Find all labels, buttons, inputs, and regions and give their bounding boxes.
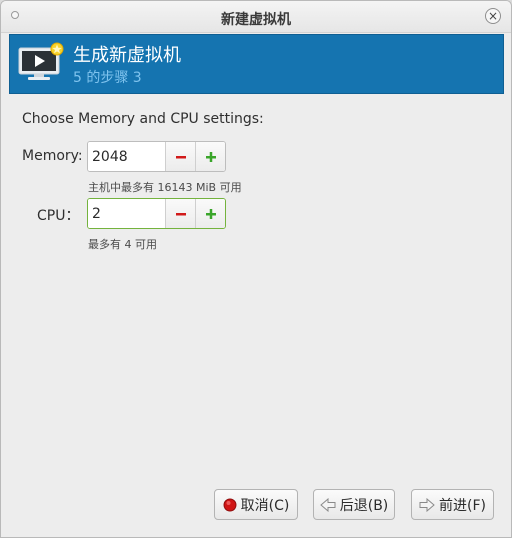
minus-icon xyxy=(175,212,186,215)
memory-spinbox xyxy=(87,141,226,172)
dialog-window: 新建虚拟机 × 生成新虚拟机 5 的步骤 3 Choose Memory and… xyxy=(0,0,512,538)
cpu-increment-button[interactable] xyxy=(195,199,225,228)
cpu-input[interactable] xyxy=(88,199,165,228)
window-title: 新建虚拟机 xyxy=(221,12,291,28)
step-indicator: 5 的步骤 3 xyxy=(73,70,142,86)
forward-label: 前进(F) xyxy=(439,497,486,514)
back-button[interactable]: 后退(B) xyxy=(313,489,395,520)
memory-hint: 主机中最多有 16143 MiB 可用 xyxy=(88,181,242,194)
forward-button[interactable]: 前进(F) xyxy=(411,489,494,520)
memory-decrement-button[interactable] xyxy=(165,142,195,171)
banner-title: 生成新虚拟机 xyxy=(73,45,181,66)
plus-icon xyxy=(205,208,216,219)
cpu-label: CPU： xyxy=(37,208,80,224)
arrow-right-icon xyxy=(419,497,435,512)
memory-increment-button[interactable] xyxy=(195,142,225,171)
back-label: 后退(B) xyxy=(339,497,389,514)
settings-heading: Choose Memory and CPU settings: xyxy=(22,111,264,127)
title-bar: 新建虚拟机 × xyxy=(1,1,511,33)
plus-icon xyxy=(205,151,216,162)
memory-label: Memory: xyxy=(22,148,83,164)
stop-icon xyxy=(223,498,237,512)
arrow-left-icon xyxy=(319,497,336,512)
minus-icon xyxy=(175,155,186,158)
cancel-label: 取消(C) xyxy=(240,497,290,514)
memory-input[interactable] xyxy=(88,142,165,171)
new-vm-monitor-icon xyxy=(18,42,64,80)
wizard-banner: 生成新虚拟机 5 的步骤 3 xyxy=(9,34,504,94)
cancel-button[interactable]: 取消(C) xyxy=(214,489,298,520)
close-icon[interactable]: × xyxy=(485,8,501,24)
cpu-spinbox xyxy=(87,198,226,229)
cpu-hint: 最多有 4 可用 xyxy=(88,238,157,251)
cpu-decrement-button[interactable] xyxy=(165,199,195,228)
